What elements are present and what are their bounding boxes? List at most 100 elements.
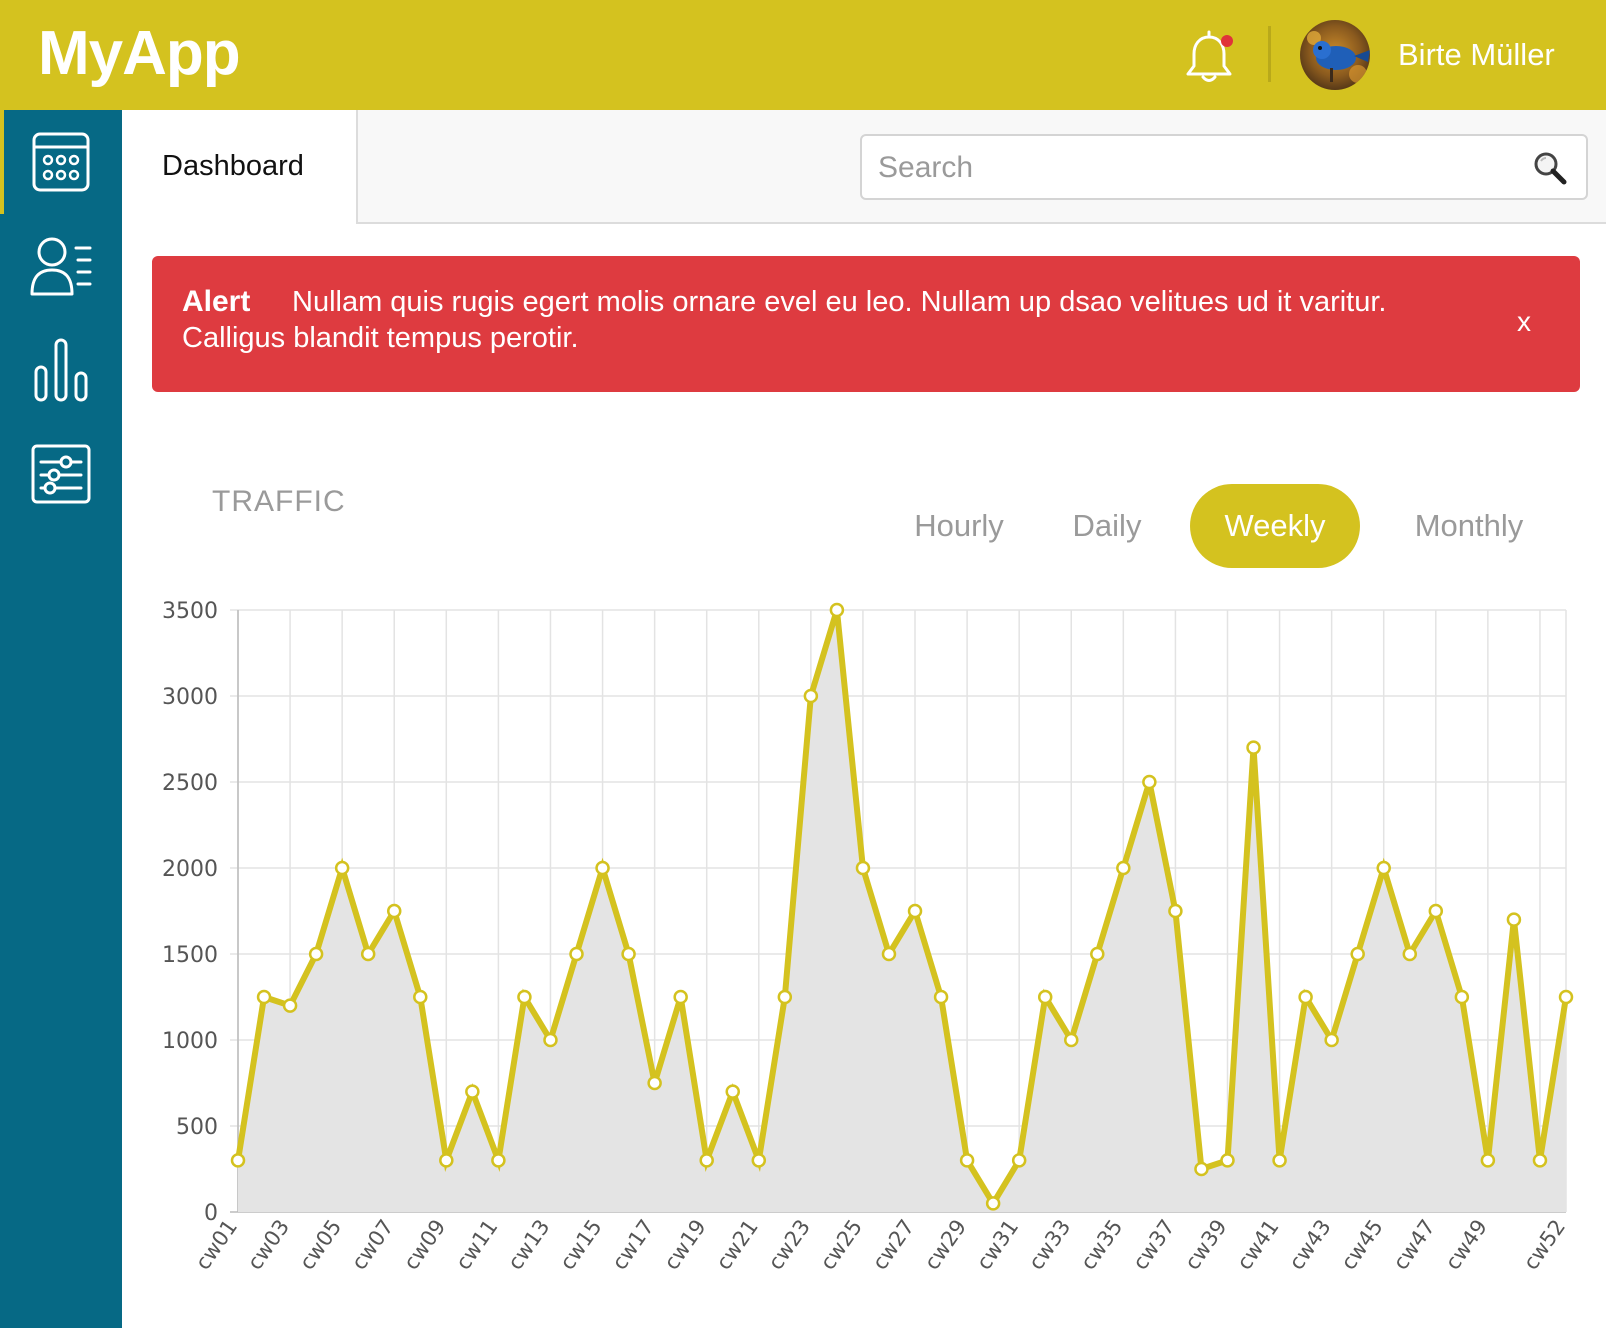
x-tick-label: cw35 bbox=[1076, 1215, 1127, 1274]
y-tick-label: 1500 bbox=[162, 943, 218, 968]
data-point bbox=[334, 860, 350, 876]
x-tick-label: cw05 bbox=[295, 1215, 346, 1274]
x-tick-label: cw15 bbox=[555, 1215, 606, 1274]
data-point bbox=[881, 946, 897, 962]
data-point bbox=[985, 1196, 1001, 1211]
data-point bbox=[1011, 1153, 1027, 1168]
y-tick-label: 0 bbox=[204, 1201, 218, 1226]
data-point bbox=[465, 1084, 480, 1099]
x-tick-label: cw09 bbox=[399, 1215, 450, 1274]
sidebar-item-users[interactable] bbox=[0, 214, 122, 318]
y-tick-label: 3000 bbox=[162, 685, 218, 710]
data-point bbox=[933, 989, 949, 1005]
data-point bbox=[907, 903, 923, 919]
x-tick-label: cw52 bbox=[1519, 1215, 1570, 1274]
period-tab-weekly[interactable]: Weekly bbox=[1190, 484, 1360, 568]
search-icon[interactable] bbox=[1532, 150, 1568, 186]
y-tick-label: 2500 bbox=[162, 771, 218, 796]
data-point bbox=[621, 946, 636, 962]
period-tab-monthly[interactable]: Monthly bbox=[1374, 484, 1564, 568]
data-point bbox=[673, 989, 688, 1005]
alert-close-button[interactable]: x bbox=[1504, 300, 1544, 344]
sidebar bbox=[0, 110, 122, 1328]
sidebar-item-settings[interactable] bbox=[0, 422, 122, 526]
alert-banner: Alert Nullam quis rugis egert molis orna… bbox=[152, 256, 1580, 392]
x-tick-label: cw23 bbox=[763, 1215, 814, 1274]
data-point bbox=[803, 688, 819, 704]
x-tick-label: cw31 bbox=[972, 1215, 1023, 1274]
avatar[interactable] bbox=[1300, 20, 1370, 90]
data-point bbox=[829, 602, 845, 618]
x-tick-label: cw13 bbox=[503, 1215, 554, 1274]
series-line bbox=[235, 609, 1569, 1210]
data-point bbox=[386, 903, 402, 919]
data-point bbox=[1168, 903, 1183, 919]
alert-message: Nullam quis rugis egert molis ornare eve… bbox=[182, 286, 1387, 354]
data-point bbox=[725, 1084, 740, 1099]
x-tick-label: cw11 bbox=[451, 1215, 502, 1274]
data-point bbox=[777, 989, 793, 1005]
data-point bbox=[517, 989, 532, 1005]
data-point bbox=[1246, 740, 1261, 755]
tab-label: Dashboard bbox=[162, 150, 304, 182]
data-point bbox=[1142, 774, 1157, 790]
data-point bbox=[1428, 903, 1444, 919]
data-point bbox=[1298, 989, 1313, 1005]
data-point bbox=[1090, 946, 1105, 962]
search-box bbox=[860, 134, 1588, 200]
data-point bbox=[647, 1075, 662, 1091]
series-area bbox=[238, 610, 1566, 1212]
user-name[interactable]: Birte Müller bbox=[1398, 34, 1555, 76]
x-tick-label: cw07 bbox=[347, 1215, 398, 1274]
bar-chart-icon bbox=[34, 338, 88, 402]
data-point bbox=[1037, 989, 1053, 1005]
x-tick-label: cw29 bbox=[920, 1215, 971, 1274]
data-point bbox=[569, 946, 584, 962]
user-list-icon bbox=[30, 237, 92, 296]
x-tick-label: cw39 bbox=[1180, 1215, 1231, 1274]
sidebar-item-dashboard[interactable] bbox=[0, 110, 122, 214]
data-point bbox=[1350, 946, 1365, 962]
x-tick-label: cw37 bbox=[1128, 1215, 1179, 1274]
data-point bbox=[439, 1153, 454, 1168]
data-point bbox=[413, 989, 428, 1005]
top-bar: MyApp Birte Müller bbox=[0, 0, 1606, 110]
data-point bbox=[855, 860, 871, 876]
dashboard-grid-icon bbox=[32, 132, 90, 192]
data-point bbox=[256, 989, 272, 1005]
data-point bbox=[1324, 1032, 1339, 1048]
x-tick-label: cw17 bbox=[607, 1215, 658, 1274]
data-point bbox=[595, 860, 610, 876]
app-logo[interactable]: MyApp bbox=[38, 14, 241, 94]
data-point bbox=[1558, 989, 1574, 1005]
sliders-settings-icon bbox=[31, 444, 91, 504]
sidebar-item-analytics[interactable] bbox=[0, 318, 122, 422]
x-tick-label: cw45 bbox=[1336, 1215, 1387, 1274]
notification-dot bbox=[1221, 35, 1233, 47]
data-point bbox=[1272, 1153, 1287, 1168]
period-selector: Hourly Daily Weekly Monthly bbox=[890, 484, 1590, 568]
x-tick-label: cw41 bbox=[1232, 1215, 1283, 1274]
x-tick-label: cw33 bbox=[1024, 1215, 1075, 1274]
data-point bbox=[1116, 860, 1131, 876]
data-point bbox=[1402, 946, 1418, 962]
tab-dashboard[interactable]: Dashboard bbox=[122, 110, 358, 224]
period-tab-hourly[interactable]: Hourly bbox=[890, 484, 1028, 568]
data-point bbox=[491, 1153, 506, 1168]
bell-icon[interactable] bbox=[1185, 30, 1235, 86]
data-point bbox=[308, 946, 324, 962]
traffic-title: TRAFFIC bbox=[212, 485, 346, 518]
x-tick-label: cw21 bbox=[711, 1215, 762, 1274]
search-input[interactable] bbox=[876, 144, 1500, 192]
header-divider bbox=[1268, 26, 1271, 82]
data-point bbox=[1532, 1153, 1548, 1168]
data-point bbox=[959, 1153, 975, 1168]
data-point bbox=[699, 1153, 714, 1168]
data-point bbox=[1064, 1032, 1079, 1048]
data-point bbox=[1506, 912, 1522, 927]
data-point bbox=[1194, 1161, 1209, 1177]
data-point bbox=[230, 1153, 246, 1168]
x-tick-label: cw01 bbox=[191, 1215, 242, 1274]
data-point bbox=[1376, 860, 1391, 876]
period-tab-daily[interactable]: Daily bbox=[1040, 484, 1174, 568]
